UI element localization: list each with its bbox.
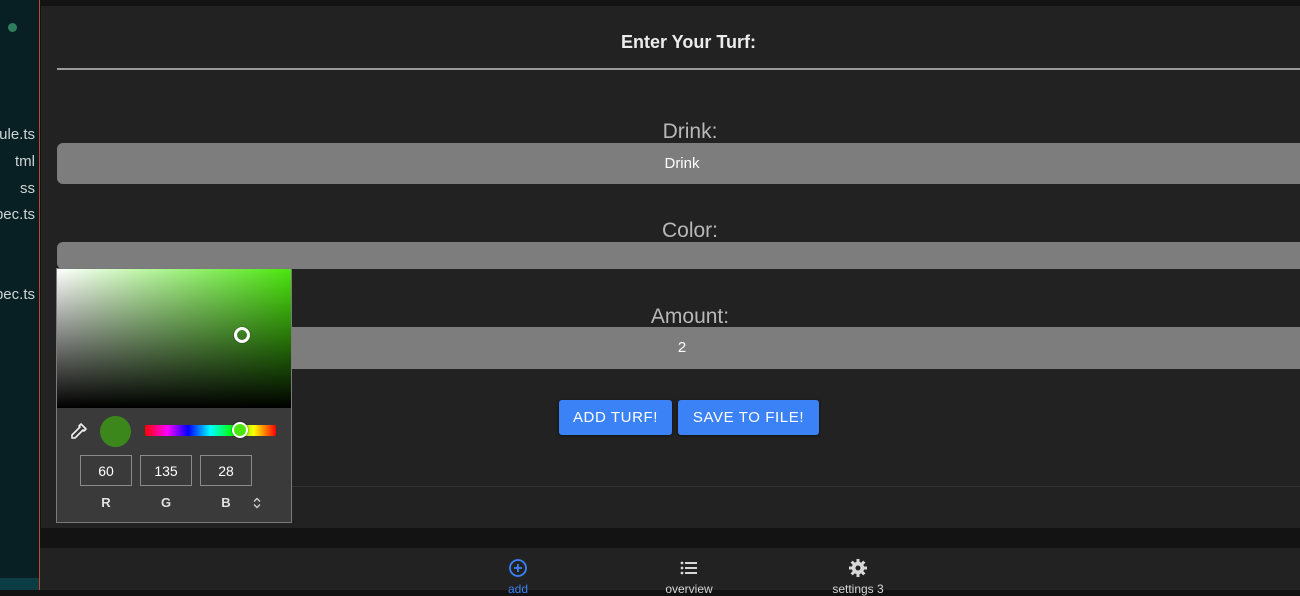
blue-field[interactable]: 28 [200,455,252,486]
list-icon [680,561,697,575]
save-to-file-button[interactable]: SAVE TO FILE! [678,400,819,435]
gear-icon [849,559,867,577]
sidebar-file[interactable]: ule.ts [0,126,35,143]
red-field[interactable]: 60 [80,455,132,486]
sidebar-file[interactable]: ss [20,180,35,197]
green-label: G [160,495,172,510]
nav-item-overview[interactable]: overview [639,558,739,596]
green-field[interactable]: 135 [140,455,192,486]
editor-sidebar: ule.ts tml ss pec.ts pec.ts [0,0,40,590]
hue-handle[interactable] [232,422,248,438]
sidebar-status-strip [0,578,39,590]
color-input[interactable] [57,242,1300,269]
nav-item-settings[interactable]: settings 3 [808,558,908,596]
red-label: R [101,495,111,510]
hue-slider[interactable] [145,425,276,436]
sidebar-file[interactable]: tml [15,153,35,170]
sidebar-file[interactable]: pec.ts [0,206,35,223]
saturation-value-area[interactable] [57,269,291,408]
eyedropper-icon[interactable] [67,421,89,443]
plus-circle-icon [509,559,527,577]
nav-label: settings 3 [832,582,884,596]
sidebar-file[interactable]: pec.ts [0,286,35,303]
drink-input[interactable]: Drink [57,143,1300,184]
mode-toggle-icon[interactable] [251,496,263,510]
color-swatch [100,416,131,447]
blue-label: B [221,495,231,510]
nav-item-add[interactable]: add [468,558,568,596]
status-dot [8,23,17,32]
color-picker-popup: 60 135 28 R G B [56,268,292,523]
bottom-nav: add overview settings 3 [40,548,1300,596]
add-turf-button[interactable]: ADD TURF! [559,400,672,435]
nav-label: add [507,582,529,596]
nav-label: overview [665,582,713,596]
page-title: Enter Your Turf: [57,30,1300,70]
color-label: Color: [661,219,719,242]
drink-label: Drink: [662,120,718,143]
saturation-handle[interactable] [234,327,250,343]
